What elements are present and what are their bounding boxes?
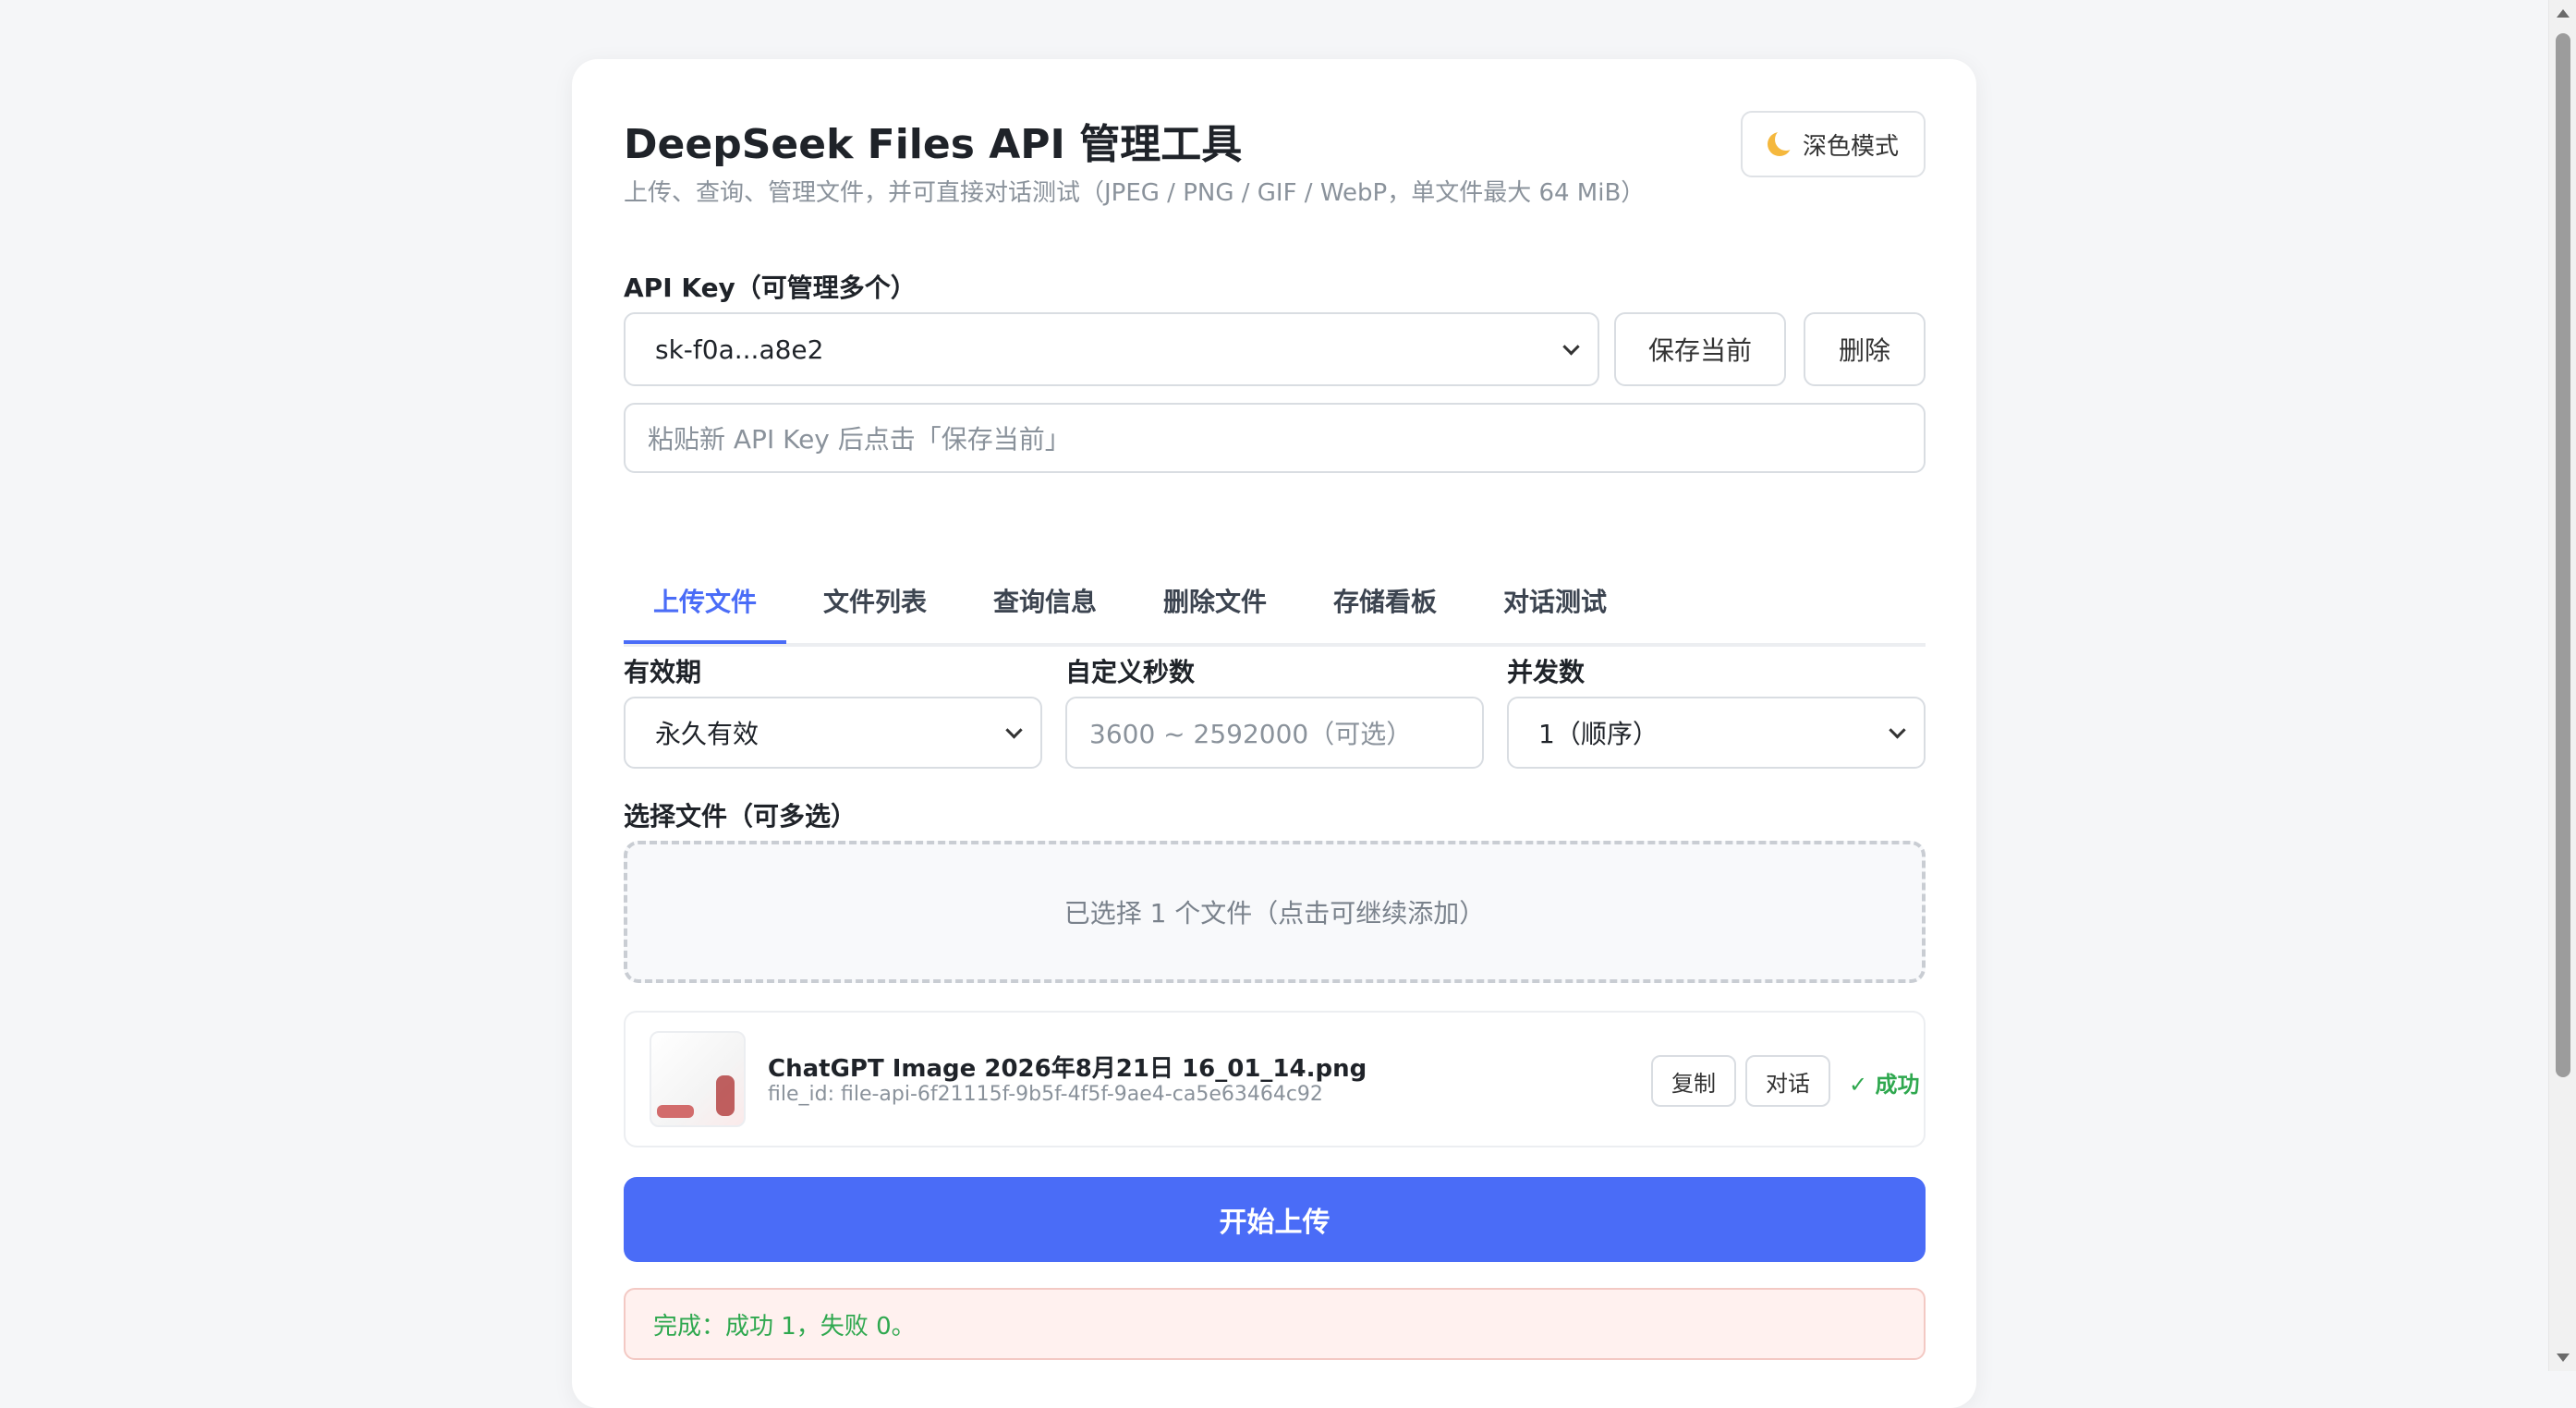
scrollbar-thumb[interactable] [2556,33,2570,1077]
concurrency-select[interactable]: 1（顺序） [1507,697,1926,769]
file-name: ChatGPT Image 2026年8月21日 16_01_14.png [768,1055,1367,1083]
start-upload-button[interactable]: 开始上传 [624,1177,1926,1262]
chevron-down-icon [1562,338,1580,356]
copy-file-id-button[interactable]: 复制 [1651,1055,1736,1107]
file-list-item: ChatGPT Image 2026年8月21日 16_01_14.png fi… [624,1011,1926,1147]
api-key-label: API Key（可管理多个） [624,273,917,303]
expiry-label: 有效期 [624,657,702,687]
tab-storage-dashboard[interactable]: 存储看板 [1333,582,1437,619]
tab-file-list[interactable]: 文件列表 [823,582,927,619]
concurrency-label: 并发数 [1507,657,1586,687]
select-files-label: 选择文件（可多选） [624,801,857,831]
new-api-key-input[interactable]: 粘贴新 API Key 后点击「保存当前」 [624,403,1926,473]
tab-upload[interactable]: 上传文件 [653,582,757,619]
page-subtitle: 上传、查询、管理文件，并可直接对话测试（JPEG / PNG / GIF / W… [624,179,1646,207]
delete-key-button[interactable]: 删除 [1804,312,1926,386]
upload-result-message: 完成：成功 1，失败 0。 [624,1288,1926,1360]
chevron-down-icon [1005,722,1023,739]
file-id: file_id: file-api-6f21115f-9b5f-4f5f-9ae… [768,1083,1323,1106]
scroll-up-arrow-icon[interactable] [2557,9,2570,18]
tab-chat-test[interactable]: 对话测试 [1503,582,1607,619]
scroll-down-arrow-icon[interactable] [2557,1353,2570,1362]
file-dropzone[interactable]: 已选择 1 个文件（点击可继续添加） [624,841,1926,983]
expiry-selected-value: 永久有效 [655,719,759,749]
tab-query-info[interactable]: 查询信息 [993,582,1097,619]
api-key-select[interactable]: sk-f0a...a8e2 [624,312,1599,386]
expiry-select[interactable]: 永久有效 [624,697,1042,769]
custom-seconds-input[interactable]: 3600 ~ 2592000（可选） [1065,697,1484,769]
tab-bar: 上传文件 文件列表 查询信息 删除文件 存储看板 对话测试 [624,528,1926,647]
tab-delete-file[interactable]: 删除文件 [1163,582,1267,619]
file-thumbnail [650,1031,746,1127]
page-title: DeepSeek Files API 管理工具 [624,121,1243,168]
dark-mode-button[interactable]: 深色模式 [1741,111,1926,177]
thumbnail-decoration [657,1105,694,1118]
chat-with-file-button[interactable]: 对话 [1745,1055,1830,1107]
dark-mode-label: 深色模式 [1802,132,1899,161]
page-scrollbar[interactable] [2548,0,2576,1371]
moon-icon [1767,128,1797,156]
concurrency-selected-value: 1（顺序） [1538,719,1659,749]
api-key-selected-value: sk-f0a...a8e2 [655,334,824,365]
dropzone-text: 已选择 1 个文件（点击可继续添加） [1063,898,1486,929]
active-tab-indicator [624,640,786,644]
thumbnail-decoration [716,1075,735,1116]
save-key-button[interactable]: 保存当前 [1614,312,1786,386]
chevron-down-icon [1889,722,1906,739]
main-card: DeepSeek Files API 管理工具 上传、查询、管理文件，并可直接对… [572,59,1976,1408]
upload-status-badge: ✓ 成功 [1849,1072,1920,1098]
custom-seconds-label: 自定义秒数 [1065,657,1196,687]
